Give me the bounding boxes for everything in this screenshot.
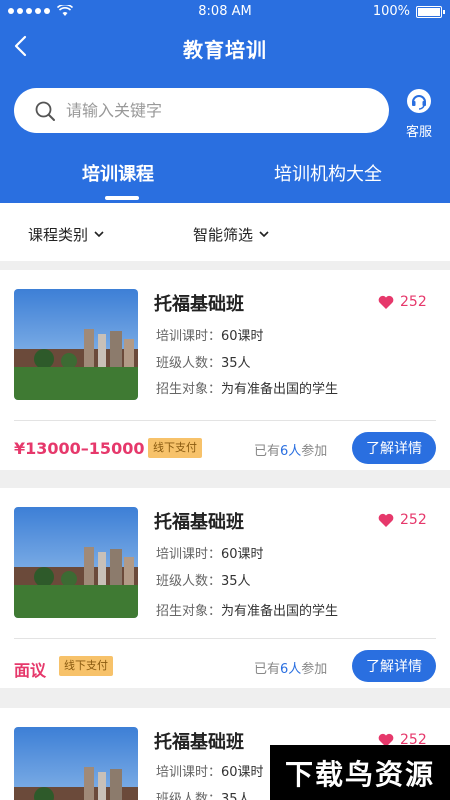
- tab-bar: 培训课程 培训机构大全: [0, 156, 450, 203]
- course-card[interactable]: 托福基础班 252 培训课时：60课时 班级人数：35人 招生对象：为有准备出国…: [0, 488, 450, 688]
- class-size: 班级人数：35人: [156, 792, 251, 800]
- filter-smart[interactable]: 智能筛选: [193, 224, 269, 245]
- details-button[interactable]: 了解详情: [352, 650, 436, 682]
- customer-service-button[interactable]: 客服: [400, 88, 438, 140]
- app-header: 8:08 AM 100% 教育培训 客服 培训课程 培训机构大全: [0, 0, 450, 203]
- chevron-down-icon: [259, 231, 269, 238]
- course-hours: 培训课时：60课时: [156, 765, 264, 780]
- tab-training-courses[interactable]: 培训课程: [82, 160, 154, 186]
- filter-course-category[interactable]: 课程类别: [28, 224, 104, 245]
- participants-count: 已有6人参加: [254, 662, 328, 677]
- heart-icon: [378, 513, 394, 527]
- participants-count: 已有6人参加: [254, 444, 328, 459]
- active-tab-indicator: [105, 196, 139, 200]
- course-card[interactable]: 托福基础班 252 培训课时：60课时 班级人数：35人 招生对象：为有准备出国…: [0, 270, 450, 470]
- enrollment-target: 招生对象：为有准备出国的学生: [156, 604, 339, 619]
- like-count[interactable]: 252: [378, 294, 427, 310]
- divider: [14, 420, 436, 421]
- search-input[interactable]: [66, 101, 366, 120]
- like-number: 252: [400, 512, 427, 528]
- enrollment-target: 招生对象：为有准备出国的学生: [156, 382, 339, 397]
- class-size: 班级人数：35人: [156, 574, 251, 589]
- course-price: 面议: [14, 661, 47, 680]
- course-name: 托福基础班: [154, 732, 244, 753]
- filter-label: 智能筛选: [193, 226, 254, 244]
- course-hours: 培训课时：60课时: [156, 547, 264, 562]
- payment-tag: 线下支付: [148, 438, 202, 458]
- watermark-logo: 下载鸟资源: [270, 745, 450, 800]
- battery-percent: 100%: [372, 4, 410, 19]
- filter-label: 课程类别: [28, 226, 89, 244]
- course-name: 托福基础班: [154, 512, 244, 533]
- customer-service-label: 客服: [405, 125, 432, 140]
- course-name: 托福基础班: [154, 294, 244, 315]
- heart-icon: [378, 295, 394, 309]
- class-size: 班级人数：35人: [156, 356, 251, 371]
- payment-tag: 线下支付: [59, 656, 113, 676]
- course-photo: [14, 507, 138, 618]
- status-bar: 8:08 AM 100%: [0, 0, 450, 24]
- page-title: 教育培训: [183, 38, 267, 62]
- details-button[interactable]: 了解详情: [352, 432, 436, 464]
- divider: [14, 638, 436, 639]
- tab-training-institutions[interactable]: 培训机构大全: [274, 160, 382, 186]
- course-photo: [14, 289, 138, 400]
- course-photo: [14, 727, 138, 800]
- like-number: 252: [400, 294, 427, 310]
- course-hours: 培训课时：60课时: [156, 329, 264, 344]
- headset-icon: [407, 89, 431, 113]
- course-price: ¥13000–15000: [14, 439, 145, 458]
- chevron-down-icon: [94, 231, 104, 238]
- like-count[interactable]: 252: [378, 512, 427, 528]
- search-icon: [35, 101, 55, 121]
- search-bar[interactable]: [14, 88, 389, 133]
- battery-icon: [416, 5, 445, 18]
- filter-bar: 课程类别 智能筛选: [0, 203, 450, 261]
